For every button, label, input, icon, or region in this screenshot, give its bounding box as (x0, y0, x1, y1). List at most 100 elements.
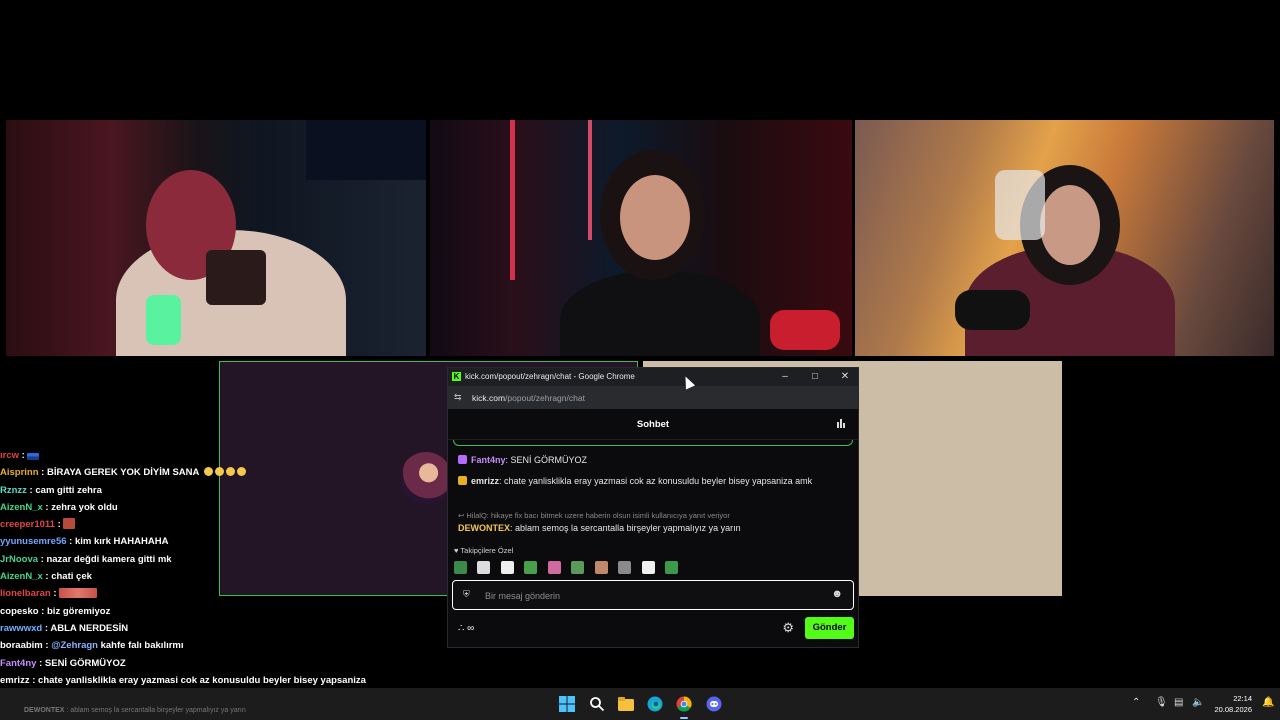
points-icon: ∴ (458, 623, 465, 634)
webcam-feed-1 (6, 120, 426, 356)
window-title: kick.com/popout/zehragn/chat - Google Ch… (465, 372, 635, 381)
chat-username: Fant4ny (0, 657, 37, 669)
smile-emote (236, 467, 246, 477)
site-settings-icon[interactable]: ⇆ (454, 392, 462, 403)
chat-message: SENİ GÖRMÜYOZ (44, 657, 126, 669)
windows-start-icon[interactable] (559, 696, 575, 712)
emote-button[interactable] (594, 561, 608, 574)
overlay-chat-row: AizenN_x : zehra yok oldu (0, 501, 118, 513)
notification-bell-icon[interactable]: 🔔 (1262, 697, 1274, 708)
network-icon[interactable]: ▤ (1174, 697, 1183, 708)
chat-message-input[interactable] (483, 587, 817, 605)
chat-username[interactable]: Fant4ny (471, 455, 506, 465)
overlay-chat-row: boraabim : @Zehragn kahfe falı bakılırmı (0, 640, 184, 652)
stream-chat-overlay: ırcw : Aisprinn : BİRAYA GEREK YOK DİYİM… (0, 447, 440, 706)
overlay-chat-row: Fant4ny : SENİ GÖRMÜYOZ (0, 657, 126, 669)
emote-bar (454, 561, 684, 577)
system-clock[interactable]: 22:14 20.08.2026 (1208, 693, 1252, 715)
chat-title: Sohbet (636, 419, 670, 430)
chat-message: nazar değdi kamera gitti mk (46, 553, 172, 565)
emote-button[interactable] (454, 561, 467, 574)
wide-emote (59, 588, 98, 599)
active-app-indicator (680, 717, 688, 719)
smile-emote (203, 467, 213, 477)
overlay-ghost-message: DEWONTEX : ablam semoş la sercantalla bi… (24, 707, 246, 714)
settings-gear-icon[interactable]: ⚙ (782, 620, 794, 636)
emote-button[interactable] (618, 561, 632, 574)
overlay-chat-row: creeper1011 : (0, 516, 440, 533)
overlay-chat-row: rawwwxd : ABLA NERDESİN (0, 622, 129, 634)
smile-emote (214, 467, 224, 477)
chat-username: yyunusemre56 (0, 536, 67, 548)
clock-time: 22:14 (1233, 694, 1252, 703)
reply-context: ↩ HilalQ: hikaye fix bacı bitmek uzere h… (458, 511, 730, 520)
emote-button[interactable] (665, 561, 679, 574)
emote-button[interactable] (547, 561, 561, 574)
overlay-chat-row: ırcw : (0, 447, 440, 464)
url-path: /popout/zehragn/chat (505, 393, 585, 403)
emote-button[interactable] (477, 561, 491, 574)
discord-icon[interactable] (706, 696, 722, 712)
heart-icon: ♥ (454, 546, 459, 555)
file-explorer-icon[interactable] (618, 696, 634, 712)
overlay-chat-row: copesko : biz göremiyoz (0, 605, 111, 617)
chevron-up-icon[interactable]: ⌃ (1132, 697, 1140, 708)
chat-username: AizenN_x (0, 501, 43, 513)
emote-button[interactable] (524, 561, 538, 574)
chat-username[interactable]: DEWONTEX (458, 523, 510, 533)
emoji-picker-icon[interactable]: ☻ (831, 588, 843, 600)
chat-message-row: emrizz: chate yanlisklikla eray yazmasi … (458, 474, 843, 488)
window-titlebar[interactable]: K kick.com/popout/zehragn/chat - Google … (448, 368, 858, 386)
send-button[interactable]: Gönder (805, 617, 854, 639)
ghost-text: ablam semoş la sercantalla birşeyler yap… (70, 707, 246, 714)
chat-message-row: DEWONTEX: ablam semoş la sercantalla bir… (458, 523, 741, 533)
chat-message: kim kırk HAHAHAHA (75, 536, 169, 548)
maximize-button[interactable]: □ (808, 370, 822, 384)
emote-button[interactable] (641, 561, 655, 574)
emote-button[interactable] (571, 561, 585, 574)
overlay-chat-row: JrNoova : nazar değdi kamera gitti mk (0, 553, 172, 565)
chat-message: ablam semoş la sercantalla birşeyler yap… (515, 523, 741, 533)
microphone-icon[interactable]: 🎙 (1155, 697, 1168, 708)
clock-date: 20.08.2026 (1214, 705, 1252, 714)
edge-browser-icon[interactable] (647, 696, 663, 712)
chat-username: AizenN_x (0, 571, 43, 583)
chat-username: creeper1011 (0, 519, 55, 531)
close-button[interactable]: ✕ (838, 370, 852, 384)
chat-input-box[interactable]: ⛨ ☻ (452, 580, 854, 610)
address-bar[interactable]: ⇆ kick.com/popout/zehragn/chat (448, 386, 858, 409)
overlay-chat-row: Rznzz : cam gitti zehra (0, 484, 102, 496)
chat-message: cam gitti zehra (35, 484, 102, 496)
chat-message: kahfe falı bakılırmı (100, 640, 184, 652)
chat-message: chate yanlisklikla eray yazmasi cok az k… (38, 674, 366, 686)
chat-username[interactable]: emrizz (471, 476, 499, 486)
overlay-chat-row: AizenN_x : chati çek (0, 571, 92, 583)
search-icon[interactable] (589, 696, 605, 712)
chat-username: rawwwxd (0, 622, 43, 634)
overlay-chat-row: yyunusemre56 : kim kırk HAHAHAHA (0, 536, 169, 548)
minimize-button[interactable]: – (778, 370, 792, 384)
chat-username: Rznzz (0, 484, 27, 496)
url-text[interactable]: kick.com/popout/zehragn/chat (472, 393, 585, 403)
pinned-message-edge (453, 440, 853, 446)
subscriber-badge-icon (458, 476, 467, 485)
volume-icon[interactable]: 🔈 (1192, 697, 1204, 708)
chat-message: zehra yok oldu (51, 501, 118, 513)
overlay-chat-row: Aisprinn : BİRAYA GEREK YOK DİYİM SANA (0, 464, 440, 481)
windows-taskbar: DEWONTEX : ablam semoş la sercantalla bi… (0, 688, 1280, 720)
leaderboard-icon[interactable] (836, 418, 846, 428)
chat-mention: @Zehragn (51, 640, 98, 652)
shield-icon[interactable]: ⛨ (463, 589, 470, 600)
subscriber-badge-icon (458, 455, 467, 464)
chat-message: chate yanlisklikla eray yazmasi cok az k… (504, 476, 813, 486)
chat-username: Aisprinn (0, 467, 39, 479)
chat-header: Sohbet (448, 409, 858, 440)
chat-message: BİRAYA GEREK YOK DİYİM SANA (46, 467, 200, 479)
followers-only-label: ♥ Takipçilere Özel (454, 546, 513, 555)
emote-button[interactable] (500, 561, 514, 574)
chat-message: biz göremiyoz (47, 605, 111, 617)
chrome-browser-icon[interactable] (676, 696, 692, 712)
chat-username: lionelbaran (0, 588, 51, 600)
kick-logo-icon: K (452, 372, 461, 381)
kick-points[interactable]: ∴ ∞ (458, 623, 474, 634)
